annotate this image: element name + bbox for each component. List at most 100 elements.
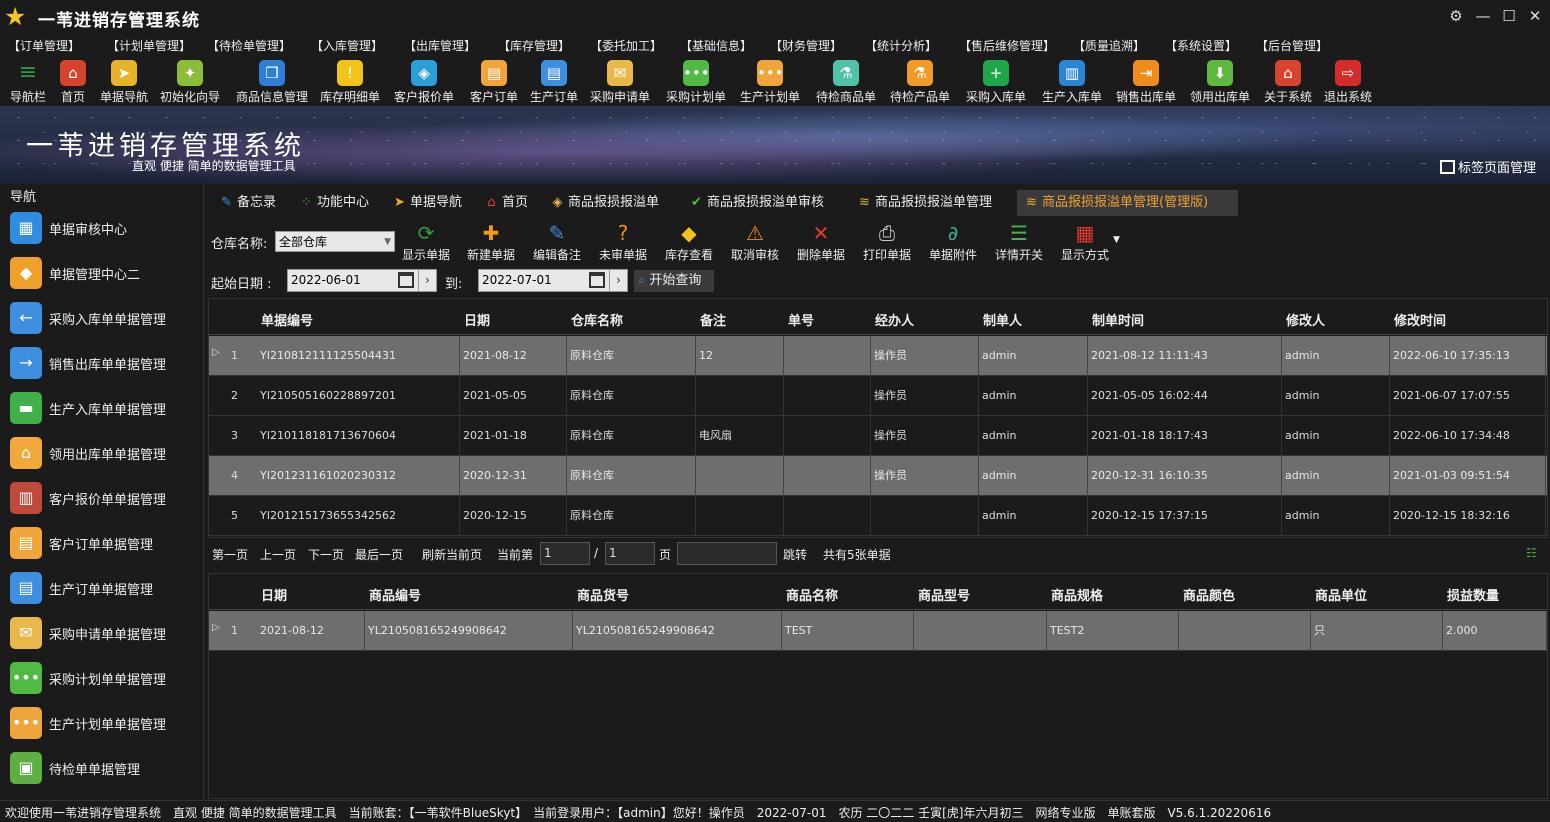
toolbar-button[interactable]: ➤ 单据导航 bbox=[98, 60, 150, 104]
column-header[interactable]: 单据编号 bbox=[261, 310, 313, 329]
toolbar-button[interactable]: ▤ 客户订单 bbox=[468, 60, 520, 104]
toolbar-button[interactable]: ▤ 生产订单 bbox=[528, 60, 580, 104]
menu-item[interactable]: 【后台管理】 bbox=[1256, 37, 1328, 54]
table-cell[interactable]: YI201231161020230312 bbox=[257, 456, 460, 496]
table-cell[interactable]: admin bbox=[979, 376, 1088, 416]
tab[interactable]: ➤ 单据导航 bbox=[385, 190, 470, 216]
table-cell[interactable]: admin bbox=[979, 336, 1088, 376]
table-cell[interactable]: 2021-01-18 18:17:43 bbox=[1088, 416, 1282, 456]
table-cell[interactable]: 原料仓库 bbox=[567, 336, 696, 376]
table-cell[interactable]: 操作员 bbox=[871, 336, 979, 376]
tab[interactable]: ◈ 商品报损报溢单 bbox=[543, 190, 667, 216]
table-cell[interactable]: 2021-05-05 16:02:44 bbox=[1088, 376, 1282, 416]
menu-item[interactable]: 【订单管理】 bbox=[8, 37, 80, 54]
table-cell[interactable]: 2021-01-18 bbox=[460, 416, 567, 456]
start-date-field[interactable]: 2022-06-01 › bbox=[287, 269, 437, 292]
column-header[interactable]: 商品单位 bbox=[1315, 585, 1367, 604]
action-button[interactable]: ✎ 编辑备注 bbox=[531, 220, 583, 264]
menu-item[interactable]: 【统计分析】 bbox=[865, 37, 937, 54]
table-cell[interactable]: 2020-12-31 16:10:35 bbox=[1088, 456, 1282, 496]
action-button[interactable]: ⎙ 打印单据 bbox=[861, 220, 913, 264]
tab[interactable]: ✔ 商品报损报溢单审核 bbox=[682, 190, 832, 216]
table-cell[interactable]: admin bbox=[979, 416, 1088, 456]
menu-item[interactable]: 【入库管理】 bbox=[311, 37, 383, 54]
next-page-link[interactable]: 下一页 bbox=[308, 546, 344, 563]
table-cell[interactable]: admin bbox=[1282, 456, 1390, 496]
table-cell[interactable]: 2021-08-12 bbox=[257, 611, 365, 651]
tab[interactable]: ⁘ 功能中心 bbox=[292, 190, 377, 216]
table-cell[interactable]: 电风扇 bbox=[696, 416, 784, 456]
settings-icon[interactable]: ⚙ bbox=[1446, 6, 1466, 26]
table-cell[interactable] bbox=[871, 496, 979, 536]
table-cell[interactable]: admin bbox=[1282, 336, 1390, 376]
action-button[interactable]: ✚ 新建单据 bbox=[465, 220, 517, 264]
action-button[interactable]: ◆ 库存查看 bbox=[663, 220, 715, 264]
tab[interactable]: ≋ 商品报损报溢单管理(管理版) bbox=[1017, 190, 1238, 216]
table-cell[interactable]: 2020-12-31 bbox=[460, 456, 567, 496]
table-cell[interactable] bbox=[696, 376, 784, 416]
calendar-icon[interactable] bbox=[398, 272, 414, 288]
table-cell[interactable] bbox=[914, 611, 1047, 651]
sidebar-item[interactable]: ▤ 生产订单单据管理 bbox=[0, 565, 204, 610]
menu-item[interactable]: 【财务管理】 bbox=[770, 37, 842, 54]
table-cell[interactable] bbox=[696, 496, 784, 536]
table-cell[interactable]: TEST bbox=[782, 611, 914, 651]
table-cell[interactable]: 2020-12-15 17:37:15 bbox=[1088, 496, 1282, 536]
table-cell[interactable]: YI210118181713670604 bbox=[257, 416, 460, 456]
column-header[interactable]: 经办人 bbox=[875, 310, 914, 329]
table-cell[interactable]: 原料仓库 bbox=[567, 456, 696, 496]
table-row[interactable]: 4 YI201231161020230312 2020-12-31 原料仓库 操作员 ad… bbox=[209, 456, 1547, 496]
column-header[interactable]: 商品编号 bbox=[369, 585, 421, 604]
table-cell[interactable]: admin bbox=[979, 496, 1088, 536]
toolbar-button[interactable]: ✦ 初始化向导 bbox=[158, 60, 222, 104]
toolbar-button[interactable]: ◈ 客户报价单 bbox=[392, 60, 456, 104]
sidebar-item[interactable]: ⌂ 领用出库单单据管理 bbox=[0, 430, 204, 475]
action-button[interactable]: ☰ 详情开关 bbox=[993, 220, 1045, 264]
toolbar-button[interactable]: ❒ 商品信息管理 bbox=[234, 60, 310, 104]
action-button[interactable]: ✕ 删除单据 bbox=[795, 220, 847, 264]
table-cell[interactable]: 2.000 bbox=[1443, 611, 1547, 651]
table-cell[interactable]: 2021-08-12 11:11:43 bbox=[1088, 336, 1282, 376]
column-header[interactable]: 商品型号 bbox=[918, 585, 970, 604]
toolbar-button[interactable]: ⇥ 销售出库单 bbox=[1114, 60, 1178, 104]
action-button[interactable]: ∂ 单据附件 bbox=[927, 220, 979, 264]
menu-item[interactable]: 【质量追溯】 bbox=[1073, 37, 1145, 54]
calendar-icon[interactable] bbox=[589, 272, 605, 288]
sidebar-item[interactable]: ◆ 单据管理中心二 bbox=[0, 250, 204, 295]
table-cell[interactable]: YL210508165249908642 bbox=[365, 611, 573, 651]
table-cell[interactable]: 2021-06-07 17:07:55 bbox=[1390, 376, 1546, 416]
close-button[interactable]: ✕ bbox=[1525, 6, 1545, 26]
menu-item[interactable]: 【售后维修管理】 bbox=[959, 37, 1055, 54]
table-cell[interactable]: 2020-12-15 18:32:16 bbox=[1390, 496, 1546, 536]
toolbar-button[interactable]: ⇨ 退出系统 bbox=[1322, 60, 1374, 104]
table-cell[interactable]: admin bbox=[1282, 376, 1390, 416]
menu-item[interactable]: 【基础信息】 bbox=[680, 37, 752, 54]
table-row[interactable]: ▷ 1 2021-08-12 YL210508165249908642 YL210508… bbox=[209, 611, 1547, 651]
table-cell[interactable]: 原料仓库 bbox=[567, 376, 696, 416]
toolbar-button[interactable]: ••• 采购计划单 bbox=[664, 60, 728, 104]
maximize-button[interactable]: ☐ bbox=[1499, 6, 1519, 26]
toolbar-button[interactable]: ⚗ 待检产品单 bbox=[888, 60, 952, 104]
table-cell[interactable]: 2022-06-10 17:34:48 bbox=[1390, 416, 1546, 456]
table-cell[interactable] bbox=[784, 496, 871, 536]
tab[interactable]: ✎ 备忘录 bbox=[212, 190, 284, 216]
table-cell[interactable]: 2021-08-12 bbox=[460, 336, 567, 376]
column-header[interactable]: 制单人 bbox=[983, 310, 1022, 329]
table-cell[interactable] bbox=[784, 456, 871, 496]
table-cell[interactable]: admin bbox=[1282, 496, 1390, 536]
chevron-right-icon[interactable]: › bbox=[418, 270, 436, 291]
toolbar-button[interactable]: ▥ 生产入库单 bbox=[1040, 60, 1104, 104]
table-row[interactable]: 5 YI201215173655342562 2020-12-15 原料仓库 admin… bbox=[209, 496, 1547, 536]
table-cell[interactable]: TEST2 bbox=[1047, 611, 1179, 651]
column-header[interactable]: 商品颜色 bbox=[1183, 585, 1235, 604]
toolbar-button[interactable]: ! 库存明细单 bbox=[318, 60, 382, 104]
column-header[interactable]: 日期 bbox=[464, 310, 490, 329]
column-header[interactable]: 仓库名称 bbox=[571, 310, 623, 329]
display-mode-dropdown-icon[interactable]: ▼ bbox=[1113, 235, 1120, 245]
last-page-link[interactable]: 最后一页 bbox=[355, 546, 403, 563]
tab[interactable]: ≋ 商品报损报溢单管理 bbox=[850, 190, 1000, 216]
table-row[interactable]: 3 YI210118181713670604 2021-01-18 原料仓库 电风扇 操作… bbox=[209, 416, 1547, 456]
menu-item[interactable]: 【系统设置】 bbox=[1165, 37, 1237, 54]
prev-page-link[interactable]: 上一页 bbox=[260, 546, 296, 563]
sidebar-item[interactable]: ✉ 采购申请单单据管理 bbox=[0, 610, 204, 655]
